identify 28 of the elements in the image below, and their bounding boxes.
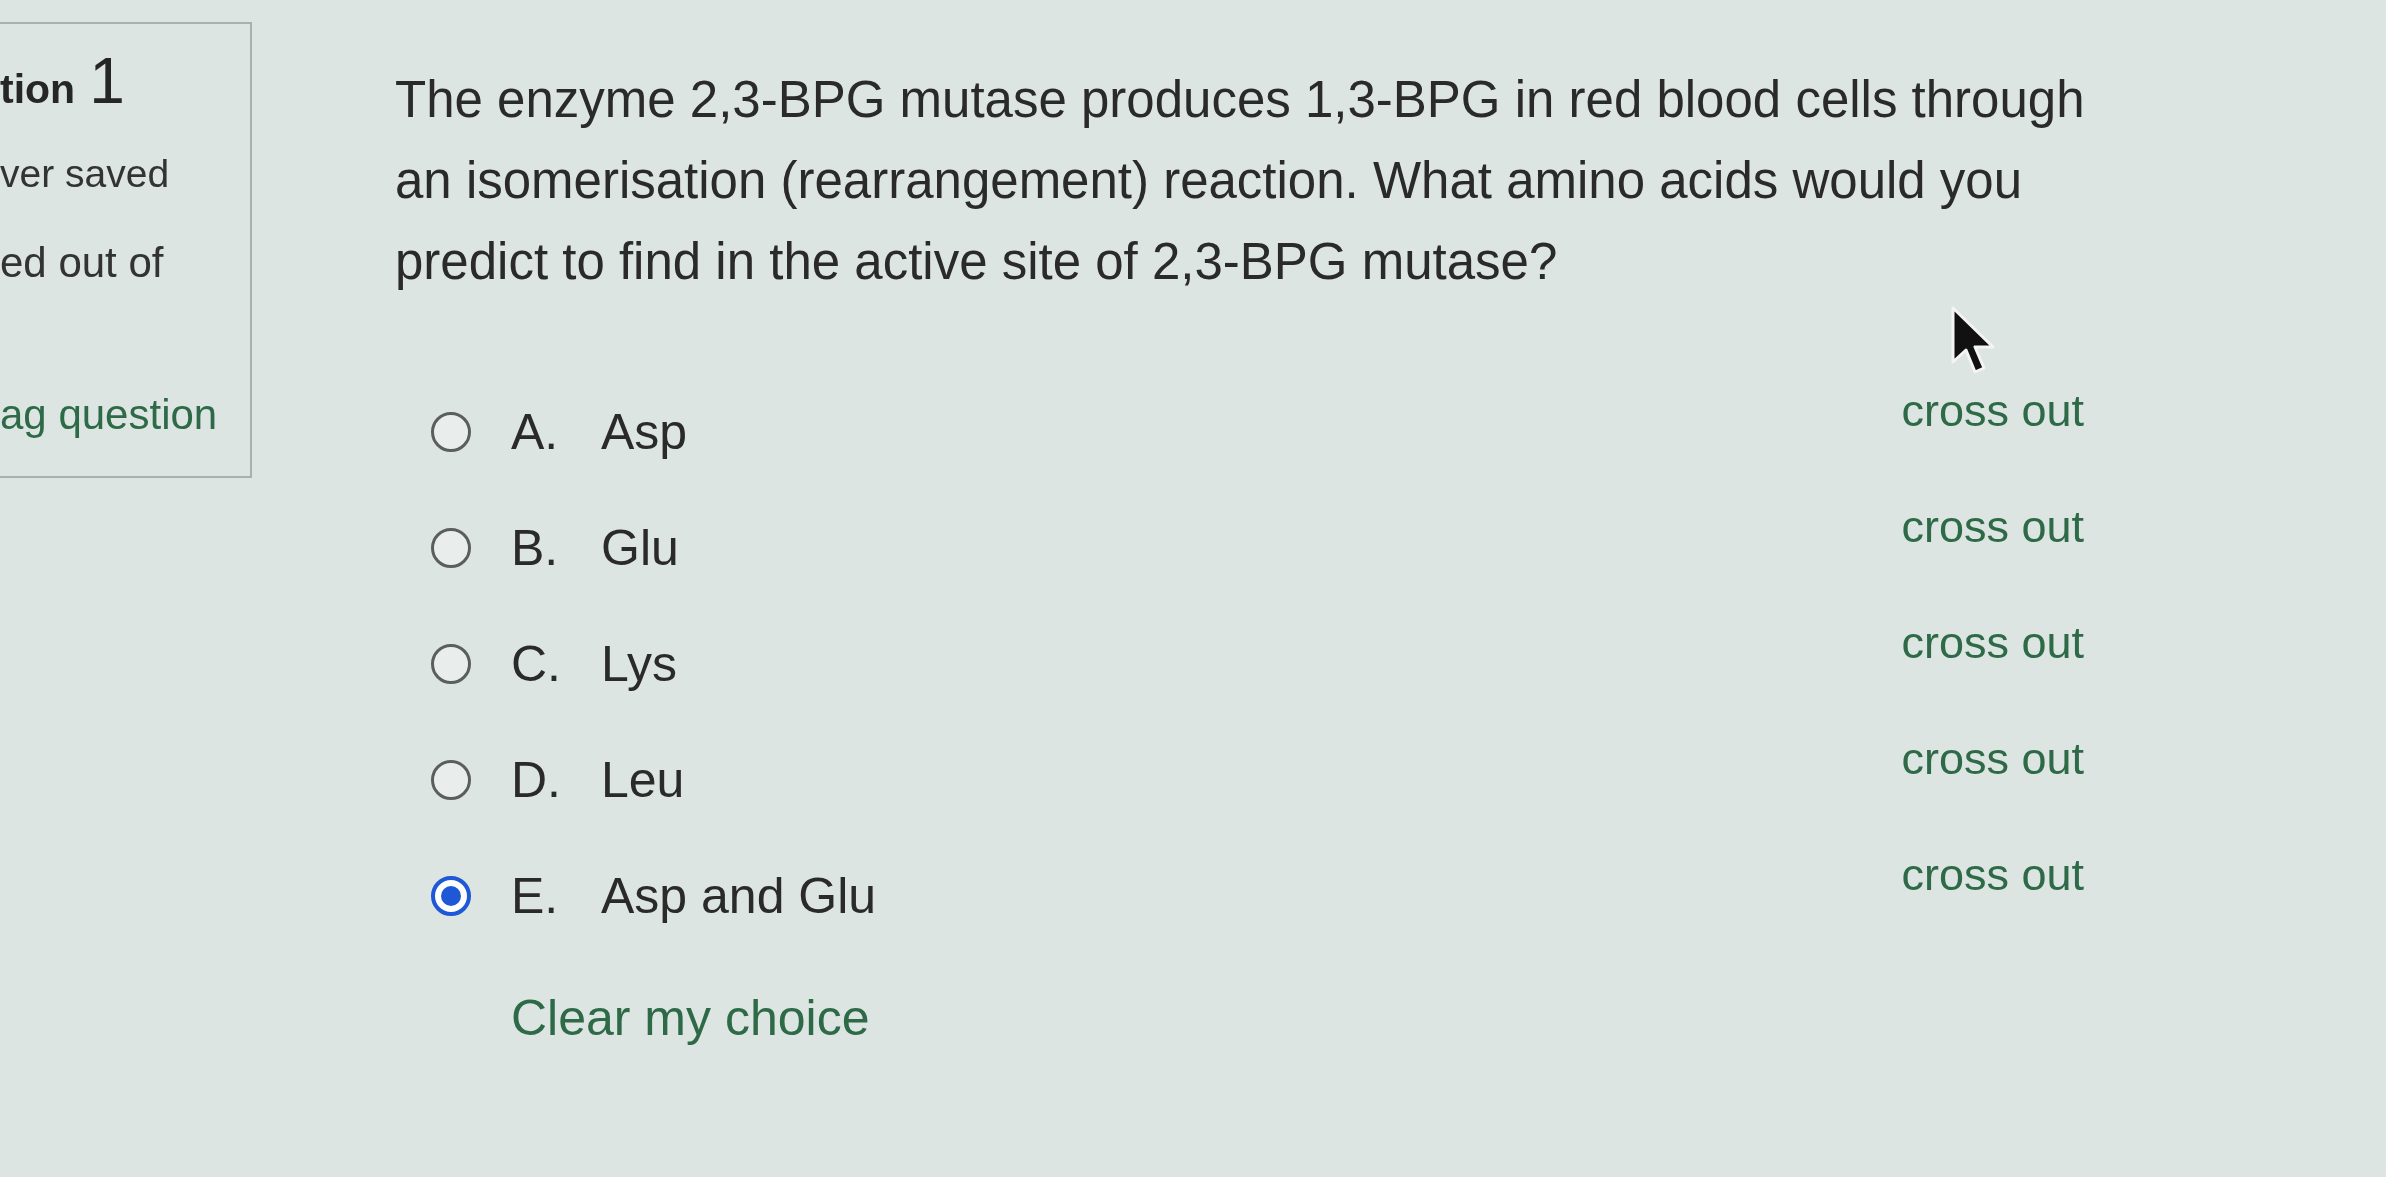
option-letter: C. xyxy=(511,635,562,693)
option-letter: A. xyxy=(511,403,560,461)
cross-out-link[interactable]: cross out xyxy=(1901,618,2084,668)
radio-button[interactable] xyxy=(431,412,471,452)
pointer-cursor-icon xyxy=(1951,306,1997,374)
answer-status: ver saved xyxy=(0,153,170,195)
question-heading: tion xyxy=(0,69,76,110)
option-label[interactable]: Asp and Glu xyxy=(601,867,877,925)
radio-button[interactable] xyxy=(431,644,471,684)
radio-button[interactable] xyxy=(431,528,471,568)
cross-out-link[interactable]: cross out xyxy=(1901,850,2084,900)
question-number: 1 xyxy=(89,49,125,113)
option-letter: D. xyxy=(511,751,562,809)
flag-question-link[interactable]: ag question xyxy=(0,392,218,438)
option-letter: E. xyxy=(511,867,560,925)
option-label[interactable]: Asp xyxy=(601,403,688,461)
option-label[interactable]: Leu xyxy=(601,751,685,809)
radio-button[interactable] xyxy=(431,876,471,916)
option-label[interactable]: Glu xyxy=(601,519,679,577)
cross-out-link[interactable]: cross out xyxy=(1901,386,2084,436)
question-mark: ed out of xyxy=(0,240,164,286)
cross-out-link[interactable]: cross out xyxy=(1901,502,2084,552)
cross-out-link[interactable]: cross out xyxy=(1901,734,2084,784)
clear-choice-link[interactable]: Clear my choice xyxy=(511,990,870,1046)
option-letter: B. xyxy=(511,519,560,577)
question-text: The enzyme 2,3-BPG mutase produces 1,3-BPG in red blood cells through an isomerisation (rearrangement) reaction. What amino acids would you predict to find in the active site of 2,3-BPG mutase? xyxy=(395,70,2086,292)
option-label[interactable]: Lys xyxy=(601,635,677,693)
radio-button[interactable] xyxy=(431,760,471,800)
